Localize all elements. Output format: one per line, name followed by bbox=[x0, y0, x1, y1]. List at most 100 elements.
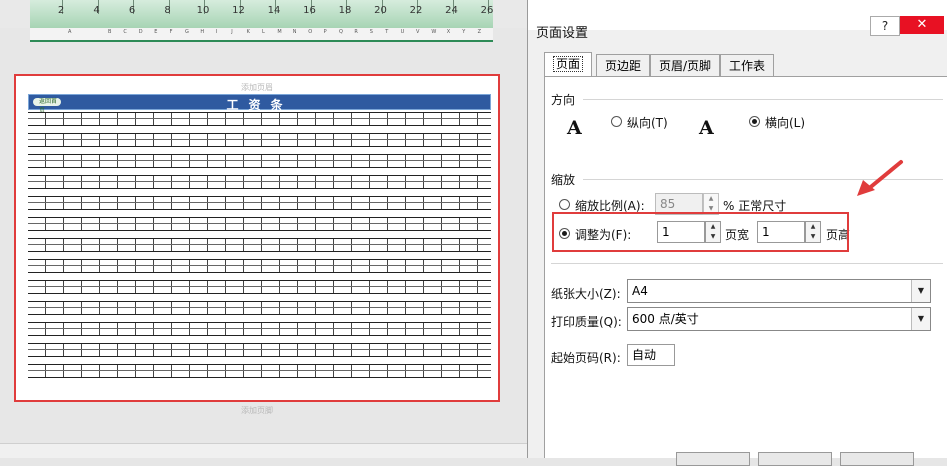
fit-to-highlight bbox=[552, 212, 849, 252]
adjust-to-radio[interactable] bbox=[559, 199, 570, 210]
paper-size-label: 纸张大小(Z): bbox=[551, 287, 621, 301]
column-letter: T bbox=[385, 29, 389, 35]
ruler-number: 4 bbox=[93, 5, 100, 16]
column-letter: A bbox=[68, 29, 72, 35]
column-letter: N bbox=[292, 29, 297, 35]
table-row bbox=[28, 238, 491, 252]
landscape-label[interactable]: 横向(L) bbox=[765, 114, 805, 131]
table-row bbox=[28, 196, 491, 210]
print-quality-label: 打印质量(Q): bbox=[551, 315, 622, 329]
ruler-number: 24 bbox=[445, 5, 458, 16]
tab-header-footer[interactable]: 页眉/页脚 bbox=[650, 54, 720, 76]
column-letter: P bbox=[323, 29, 327, 35]
sheet-title-bar: 返回首页 工资条 bbox=[28, 94, 491, 114]
cancel-button[interactable] bbox=[840, 452, 914, 466]
paper-size-dropdown-icon[interactable]: ▼ bbox=[911, 280, 930, 302]
table-row bbox=[28, 175, 491, 189]
print-quality-select[interactable]: 600 点/英寸 ▼ bbox=[627, 307, 931, 331]
column-letter: B bbox=[108, 29, 112, 35]
tab-page-label: 页面 bbox=[552, 56, 583, 72]
horizontal-ruler: 2 4 6 8 10 12 14 16 18 20 22 24 26 bbox=[30, 0, 493, 28]
column-letter: M bbox=[277, 29, 282, 35]
column-letter: Q bbox=[339, 29, 343, 35]
column-letter: O bbox=[308, 29, 313, 35]
ruler-number: 14 bbox=[267, 5, 281, 16]
ruler-number: 22 bbox=[409, 5, 423, 16]
ruler-number: 16 bbox=[303, 5, 316, 16]
portrait-label[interactable]: 纵向(T) bbox=[627, 114, 668, 131]
ruler-number: 10 bbox=[196, 5, 210, 16]
orientation-divider bbox=[583, 99, 943, 100]
table-row bbox=[28, 112, 491, 126]
tab-margins[interactable]: 页边距 bbox=[596, 54, 650, 76]
scaling-bottom-divider bbox=[551, 263, 943, 264]
tab-margins-label: 页边距 bbox=[604, 59, 641, 73]
ruler-number: 12 bbox=[232, 5, 245, 16]
first-page-number-label: 起始页码(R): bbox=[551, 351, 621, 365]
tab-panel-page: 方向 A 纵向(T) A 横向(L) 缩放 缩放比例(A): 85 ▲ ▼ % 正… bbox=[544, 76, 947, 458]
close-button[interactable]: ✕ bbox=[900, 16, 944, 34]
column-letter: G bbox=[185, 29, 189, 35]
table-row bbox=[28, 343, 491, 357]
portrait-icon: A bbox=[567, 117, 582, 139]
column-letter: F bbox=[169, 29, 173, 35]
column-letter: I bbox=[215, 29, 218, 35]
scaling-section-label: 缩放 bbox=[551, 173, 576, 187]
table-row bbox=[28, 322, 491, 336]
orientation-section-label: 方向 bbox=[551, 93, 576, 107]
paper-size-value: A4 bbox=[632, 284, 648, 298]
tab-header-footer-label: 页眉/页脚 bbox=[658, 59, 712, 73]
footer-placeholder[interactable]: 添加页脚 bbox=[14, 405, 500, 416]
ruler-number: 2 bbox=[57, 5, 65, 16]
column-letter: W bbox=[431, 29, 437, 35]
horizontal-scrollbar[interactable] bbox=[0, 443, 527, 458]
ok-button[interactable] bbox=[758, 452, 832, 466]
table-row bbox=[28, 133, 491, 147]
table-row bbox=[28, 280, 491, 294]
column-letter: E bbox=[154, 29, 158, 35]
annotation-arrow-icon bbox=[857, 160, 903, 196]
portrait-radio[interactable] bbox=[611, 116, 622, 127]
column-letter: Z bbox=[477, 29, 482, 35]
column-letter: K bbox=[246, 29, 250, 35]
column-headers: A B C D E F G H I J K L M N O P Q R S T U V W X Y Z bbox=[30, 28, 493, 42]
landscape-radio[interactable] bbox=[749, 116, 760, 127]
paper-size-select[interactable]: A4 ▼ bbox=[627, 279, 931, 303]
excel-page-layout-view: 2 4 6 8 10 12 14 16 18 20 22 24 26 ABCDEFGHIJKLMNOPQ… bbox=[0, 0, 527, 458]
print-quality-dropdown-icon[interactable]: ▼ bbox=[911, 308, 930, 330]
column-letter: S bbox=[369, 29, 373, 35]
column-letter: R bbox=[354, 29, 358, 35]
tab-sheet[interactable]: 工作表 bbox=[720, 54, 774, 76]
table-row bbox=[28, 217, 491, 231]
table-row bbox=[28, 259, 491, 273]
table-row bbox=[28, 154, 491, 168]
column-letter: D bbox=[138, 29, 143, 35]
ruler-number: 6 bbox=[128, 5, 136, 16]
ruler-number: 26 bbox=[480, 5, 494, 16]
help-button[interactable]: ? bbox=[870, 16, 900, 36]
first-page-number-input[interactable]: 自动 bbox=[627, 344, 675, 366]
tab-sheet-label: 工作表 bbox=[728, 59, 765, 73]
column-letter: V bbox=[416, 29, 420, 35]
column-letter: L bbox=[262, 29, 265, 35]
column-letter: J bbox=[231, 29, 233, 35]
column-letter: U bbox=[400, 29, 405, 35]
column-letter: H bbox=[200, 29, 205, 35]
sheet-title: 工资条 bbox=[226, 98, 293, 112]
header-placeholder[interactable]: 添加页眉 bbox=[16, 82, 498, 93]
column-letter: X bbox=[446, 29, 451, 35]
table-row bbox=[28, 364, 491, 378]
column-letter: Y bbox=[462, 29, 466, 35]
ruler-strip: 2 4 6 8 10 12 14 16 18 20 22 24 26 bbox=[0, 0, 527, 28]
dialog-titlebar: 页面设置 ? ✕ bbox=[528, 0, 947, 41]
column-letter: C bbox=[123, 29, 127, 35]
dialog-title: 页面设置 bbox=[536, 26, 589, 41]
landscape-icon: A bbox=[699, 117, 714, 139]
ruler-number: 20 bbox=[374, 5, 387, 16]
print-quality-value: 600 点/英寸 bbox=[632, 312, 699, 326]
options-button[interactable] bbox=[676, 452, 750, 466]
ruler-number: 18 bbox=[338, 5, 352, 16]
tab-page[interactable]: 页面 bbox=[544, 52, 592, 77]
ruler-number: 8 bbox=[164, 5, 171, 16]
table-row bbox=[28, 301, 491, 315]
